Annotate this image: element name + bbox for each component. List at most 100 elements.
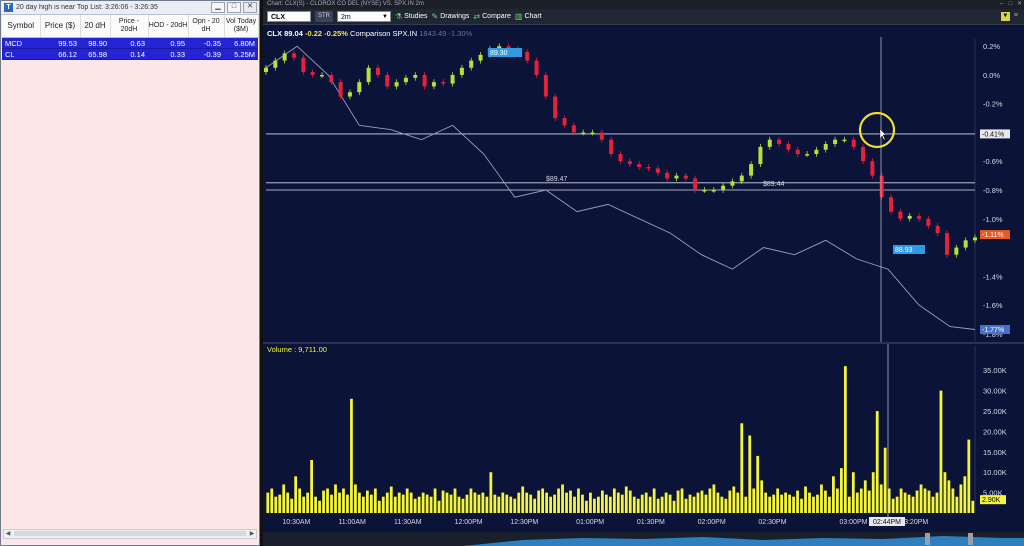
candle-body (637, 164, 642, 167)
volume-bar (294, 476, 298, 513)
volume-bar (708, 488, 712, 513)
volume-bar (847, 496, 851, 513)
toplist-titlebar[interactable]: T 20 day high is near Top List: 3:26:06 … (1, 1, 259, 15)
volume-bar (760, 480, 764, 513)
symbol-tag-button[interactable]: STR (315, 11, 333, 22)
candle-body (403, 77, 408, 83)
minimize-icon[interactable]: – (997, 0, 1006, 9)
x-tick-label: 03:00PM (839, 519, 867, 526)
col-header-opn-20dh[interactable]: Opn - 20 dH (188, 15, 225, 38)
compare-label: Compare (482, 13, 511, 20)
scrollbar-thumb[interactable] (14, 531, 246, 536)
chart-canvas[interactable]: CLX 89.04 -0.22 -0.25% Comparison SPX.IN… (263, 25, 1024, 546)
volume-bar (569, 490, 572, 513)
cell-hod-20dh: 0.95 (148, 37, 188, 49)
volume-bar (959, 484, 963, 513)
close-button[interactable]: ✕ (243, 2, 257, 13)
menu-icon[interactable]: ≡ (1014, 12, 1018, 21)
col-header-vol-today[interactable]: Vol Today ($M) (224, 15, 259, 38)
chart-area[interactable]: CLX 89.04 -0.22 -0.25% Comparison SPX.IN… (263, 25, 1024, 546)
volume-bar (628, 490, 632, 513)
symbol-input[interactable]: CLX (267, 11, 311, 22)
volume-bar (804, 486, 807, 513)
candle-body (795, 149, 800, 155)
volume-bar (537, 490, 541, 513)
cell-price-20dh: 0.63 (110, 37, 148, 49)
volume-bar (732, 486, 736, 513)
timeframe-select[interactable]: 2m ▼ (337, 11, 391, 22)
volume-bar (425, 494, 429, 513)
horizontal-scrollbar[interactable]: ◀ ▶ (3, 529, 257, 539)
scroller-handle-right[interactable] (968, 533, 973, 545)
volume-bar (832, 476, 835, 513)
settings-icon[interactable]: ▼ (1000, 12, 1010, 21)
candle-body (814, 149, 819, 155)
volume-bar (820, 484, 823, 513)
col-header-price-20dh[interactable]: Price - 20dH (110, 15, 149, 38)
studies-button[interactable]: ⚗ Studies (395, 12, 428, 21)
candle-body (301, 57, 306, 73)
volume-bar (354, 484, 357, 513)
volume-bar (951, 488, 955, 513)
volume-bar (377, 500, 381, 513)
volume-bar (644, 492, 648, 513)
volume-bar (664, 492, 668, 513)
candle-body (525, 51, 530, 61)
volume-bar (298, 488, 302, 513)
volume-bar (620, 494, 624, 513)
maximize-icon[interactable]: □ (1006, 0, 1015, 9)
volume-bar (824, 490, 827, 513)
scroll-left-icon[interactable]: ◀ (4, 530, 12, 538)
candle-body (739, 175, 744, 182)
volume-bar (565, 492, 568, 513)
drawings-button[interactable]: ✎ Drawings (432, 12, 470, 21)
compare-button[interactable]: ⇄ Compare (473, 12, 511, 21)
candle-body (553, 96, 558, 119)
col-header-hod-20dh[interactable]: HOD - 20dH (148, 15, 189, 38)
volume-bar (808, 492, 811, 513)
col-header-symbol[interactable]: Symbol (2, 15, 41, 38)
chart-type-button[interactable]: ▥ Chart (515, 12, 542, 21)
volume-bar (346, 494, 349, 513)
volume-bar (704, 494, 708, 513)
scroller-handle-left[interactable] (925, 533, 930, 545)
volume-bar (712, 484, 716, 513)
volume-bar (859, 488, 863, 513)
volume-bar (397, 492, 401, 513)
close-icon[interactable]: ✕ (1015, 0, 1024, 9)
header-price: 89.04 (284, 29, 304, 38)
volume-bar (636, 498, 640, 513)
candle-body (693, 178, 698, 190)
volume-bar (286, 492, 290, 513)
y-tick-label: -0.8% (983, 186, 1003, 195)
maximize-button[interactable]: □ (227, 2, 241, 13)
col-header-price[interactable]: Price ($) (40, 15, 81, 38)
volume-bar (525, 492, 529, 513)
volume-bar (306, 492, 310, 513)
minimize-button[interactable]: ▁ (211, 2, 225, 13)
volume-bar (692, 496, 696, 513)
volume-bar (501, 492, 505, 513)
candle-body (674, 175, 679, 179)
volume-bar (573, 496, 576, 513)
hline-label: $89.47 (546, 176, 568, 183)
chart-titlebar[interactable]: Chart: CLX(S) - CLOROX CO DEL (NYSE) VS.… (263, 0, 1024, 9)
chart-window-title: Chart: CLX(S) - CLOROX CO DEL (NYSE) VS.… (267, 1, 424, 7)
y-tick-label: 0.0% (983, 71, 1000, 80)
candle-body (973, 237, 977, 241)
table-row[interactable]: CL 66.12 65.98 0.14 0.33 -0.39 5.25M (2, 48, 258, 60)
candle-body (338, 82, 343, 97)
volume-bar (724, 498, 728, 513)
candle-body (758, 146, 763, 165)
volume-bar (828, 496, 831, 513)
table-row[interactable]: MCD 99.53 98.90 0.63 0.95 -0.35 6.80M (2, 37, 258, 49)
candle-body (571, 125, 576, 133)
candle-body (347, 92, 352, 97)
candle-body (861, 146, 866, 162)
scroll-right-icon[interactable]: ▶ (248, 530, 256, 538)
candle-body (646, 166, 651, 169)
chart-toolbar: CLX STR 2m ▼ ⚗ Studies ✎ Drawings ⇄ Compare … (263, 9, 1024, 25)
cell-symbol: CL (2, 48, 40, 60)
col-header-20dh[interactable]: 20 dH (80, 15, 111, 38)
y-tick-label: 0.2% (983, 42, 1000, 51)
